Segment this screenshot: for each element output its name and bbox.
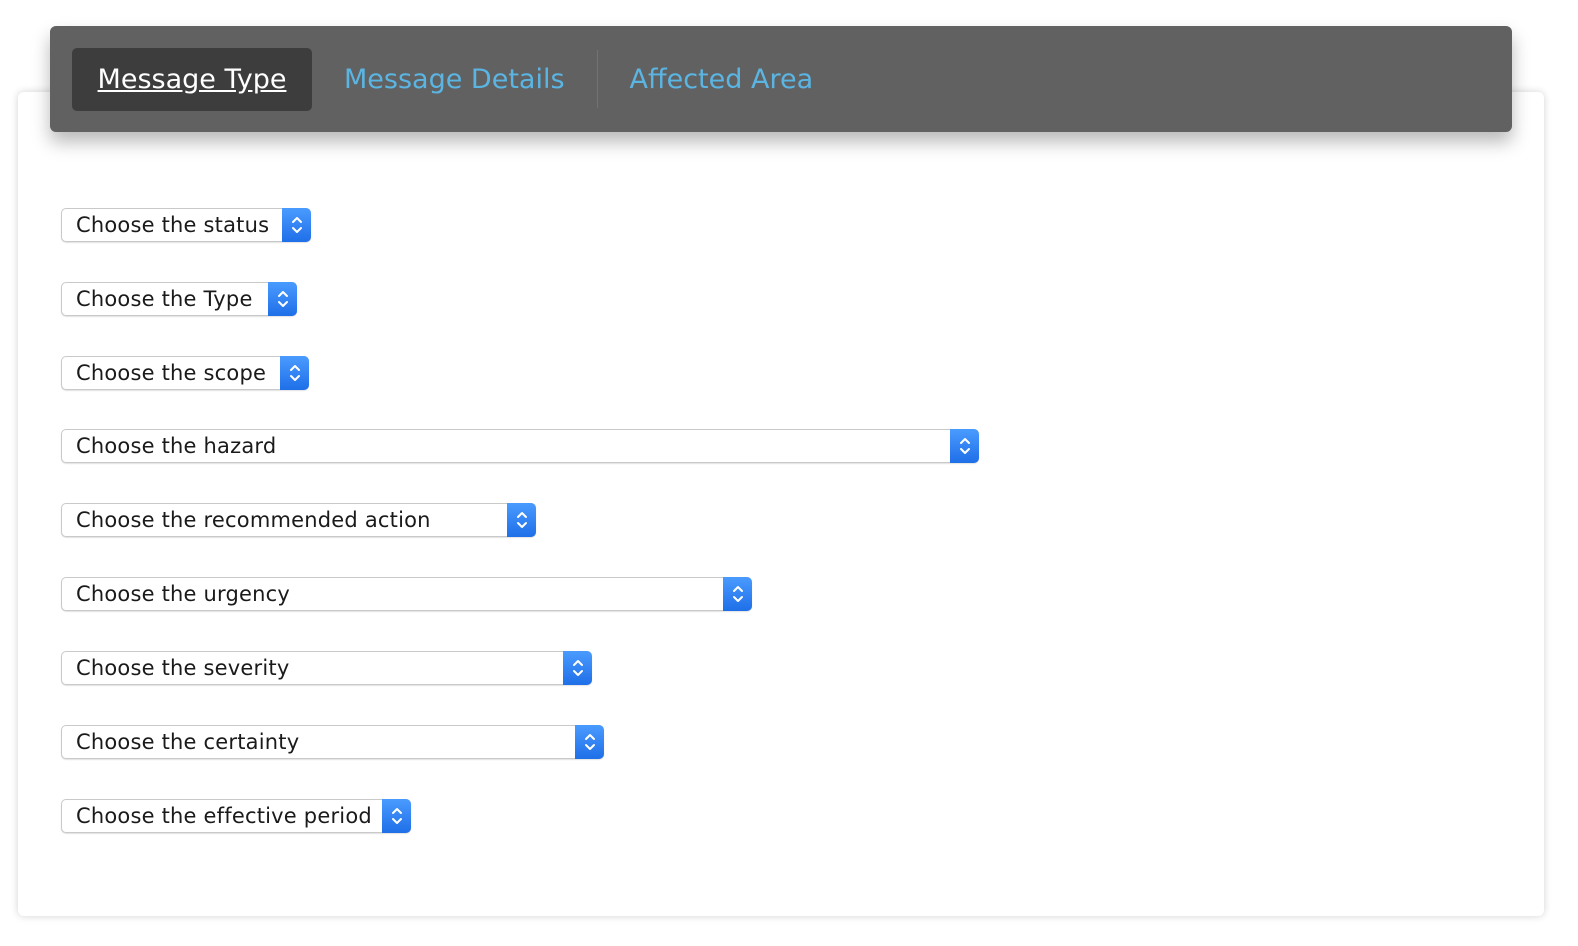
severity-select-value: Choose the severity <box>76 656 290 680</box>
tab-message-details[interactable]: Message Details <box>312 48 597 111</box>
status-select[interactable]: Choose the status <box>61 208 311 242</box>
tab-message-type[interactable]: Message Type <box>72 47 312 111</box>
chevron-up-down-icon <box>268 282 297 316</box>
certainty-select-value: Choose the certainty <box>76 730 300 754</box>
hazard-select[interactable]: Choose the hazard <box>61 429 979 463</box>
status-select-value: Choose the status <box>76 213 270 237</box>
certainty-select[interactable]: Choose the certainty <box>61 725 604 759</box>
recommended-action-select[interactable]: Choose the recommended action <box>61 503 536 537</box>
chevron-up-down-icon <box>382 799 411 833</box>
scope-select[interactable]: Choose the scope <box>61 356 309 390</box>
urgency-select-value: Choose the urgency <box>76 582 291 606</box>
hazard-select-value: Choose the hazard <box>76 434 277 458</box>
recommended-action-select-value: Choose the recommended action <box>76 508 431 532</box>
chevron-up-down-icon <box>723 577 752 611</box>
scope-select-value: Choose the scope <box>76 361 267 385</box>
chevron-up-down-icon <box>950 429 979 463</box>
effective-period-select[interactable]: Choose the effective period <box>61 799 411 833</box>
type-select[interactable]: Choose the Type <box>61 282 297 316</box>
chevron-up-down-icon <box>575 725 604 759</box>
type-select-value: Choose the Type <box>76 287 253 311</box>
chevron-up-down-icon <box>507 503 536 537</box>
urgency-select[interactable]: Choose the urgency <box>61 577 752 611</box>
chevron-up-down-icon <box>563 651 592 685</box>
chevron-up-down-icon <box>280 356 309 390</box>
effective-period-select-value: Choose the effective period <box>76 804 372 828</box>
tab-bar: Message Type Message Details Affected Ar… <box>50 26 1512 132</box>
tab-affected-area[interactable]: Affected Area <box>598 48 846 111</box>
severity-select[interactable]: Choose the severity <box>61 651 592 685</box>
chevron-up-down-icon <box>282 208 311 242</box>
